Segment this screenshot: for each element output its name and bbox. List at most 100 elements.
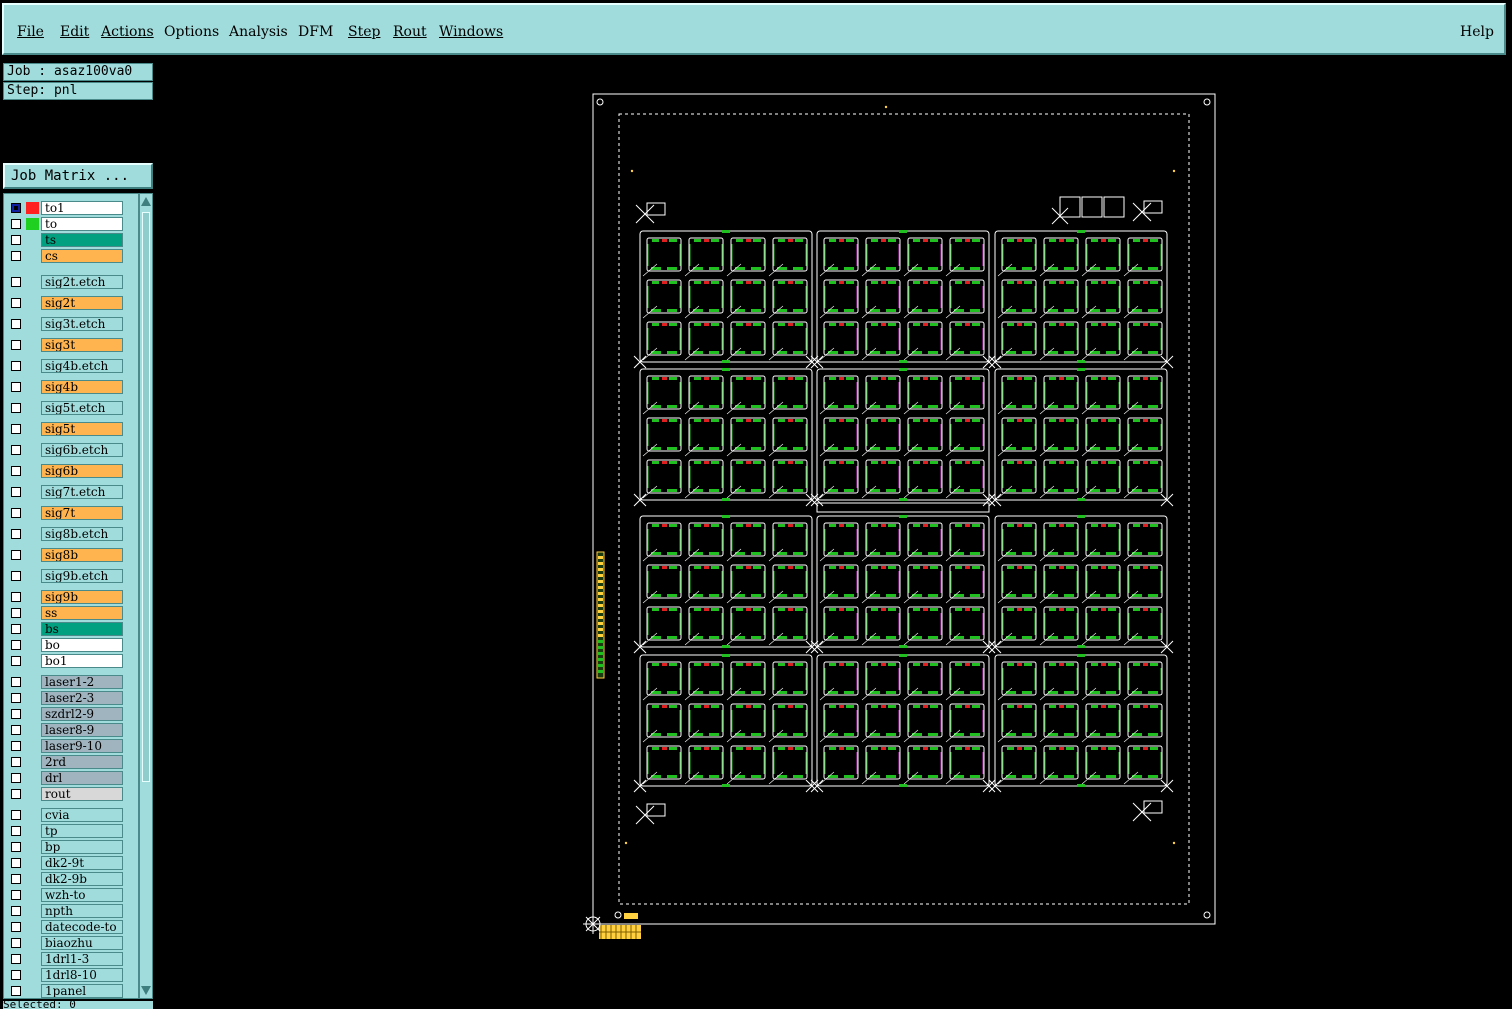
layer-checkbox[interactable] [11, 970, 21, 980]
layer-name[interactable]: laser1-2 [41, 675, 123, 689]
layer-name[interactable]: drl [41, 771, 123, 785]
layer-row-sig7t.etch[interactable]: sig7t.etch [8, 485, 126, 499]
layer-checkbox[interactable] [11, 219, 21, 229]
menu-rout[interactable]: Rout [393, 24, 427, 40]
layer-row-sig9b[interactable]: sig9b [8, 590, 126, 604]
layer-row-bp[interactable]: bp [8, 840, 126, 854]
layer-row-biaozhu[interactable]: biaozhu [8, 936, 126, 950]
graphics-canvas[interactable] [156, 60, 1512, 949]
layer-row-drl[interactable]: drl [8, 771, 126, 785]
layer-name[interactable]: to1 [41, 201, 123, 215]
layer-row-sig4b[interactable]: sig4b [8, 380, 126, 394]
layer-row-1drl1-3[interactable]: 1drl1-3 [8, 952, 126, 966]
scroll-down-icon[interactable] [141, 986, 151, 995]
layer-name[interactable]: bo1 [41, 654, 123, 668]
layer-row-rout[interactable]: rout [8, 787, 126, 801]
layer-checkbox[interactable] [11, 725, 21, 735]
layer-checkbox[interactable] [11, 571, 21, 581]
menu-file[interactable]: File [17, 24, 44, 40]
layer-name[interactable]: sig3t [41, 338, 123, 352]
layer-row-sig8b[interactable]: sig8b [8, 548, 126, 562]
layer-row-laser1-2[interactable]: laser1-2 [8, 675, 126, 689]
layer-name[interactable]: 1drl8-10 [41, 968, 123, 982]
layer-name[interactable]: dk2-9t [41, 856, 123, 870]
layer-checkbox[interactable] [11, 466, 21, 476]
layer-name[interactable]: datecode-to [41, 920, 123, 934]
layer-name[interactable]: rout [41, 787, 123, 801]
layer-name[interactable]: npth [41, 904, 123, 918]
layer-checkbox[interactable] [11, 858, 21, 868]
layer-checkbox[interactable] [11, 508, 21, 518]
layer-name[interactable]: to [41, 217, 123, 231]
layer-row-sig2t[interactable]: sig2t [8, 296, 126, 310]
layer-row-to1[interactable]: to1 [8, 201, 126, 215]
layer-checkbox[interactable] [11, 938, 21, 948]
layer-name[interactable]: sig8b.etch [41, 527, 123, 541]
layer-name[interactable]: ts [41, 233, 123, 247]
layer-row-bs[interactable]: bs [8, 622, 126, 636]
layer-checkbox[interactable] [11, 757, 21, 767]
layer-checkbox[interactable] [11, 741, 21, 751]
layer-checkbox[interactable] [11, 529, 21, 539]
layer-row-sig6b.etch[interactable]: sig6b.etch [8, 443, 126, 457]
layer-row-sig3t[interactable]: sig3t [8, 338, 126, 352]
layer-checkbox[interactable] [11, 624, 21, 634]
layer-name[interactable]: wzh-to [41, 888, 123, 902]
layer-row-sig9b.etch[interactable]: sig9b.etch [8, 569, 126, 583]
layer-checkbox[interactable] [11, 251, 21, 261]
layer-checkbox[interactable] [11, 203, 21, 213]
layer-name[interactable]: sig6b.etch [41, 443, 123, 457]
layer-row-szdrl2-9[interactable]: szdrl2-9 [8, 707, 126, 721]
layer-checkbox[interactable] [11, 382, 21, 392]
layer-checkbox[interactable] [11, 890, 21, 900]
layer-name[interactable]: cs [41, 249, 123, 263]
layer-checkbox[interactable] [11, 340, 21, 350]
layer-checkbox[interactable] [11, 773, 21, 783]
layer-checkbox[interactable] [11, 592, 21, 602]
layer-checkbox[interactable] [11, 235, 21, 245]
layer-checkbox[interactable] [11, 487, 21, 497]
layer-name[interactable]: ss [41, 606, 123, 620]
layer-name[interactable]: bo [41, 638, 123, 652]
layer-checkbox[interactable] [11, 789, 21, 799]
layer-name[interactable]: sig2t [41, 296, 123, 310]
layer-name[interactable]: sig3t.etch [41, 317, 123, 331]
layer-checkbox[interactable] [11, 656, 21, 666]
layer-name[interactable]: laser2-3 [41, 691, 123, 705]
layer-row-sig3t.etch[interactable]: sig3t.etch [8, 317, 126, 331]
layer-checkbox[interactable] [11, 608, 21, 618]
layer-name[interactable]: cvia [41, 808, 123, 822]
layer-checkbox[interactable] [11, 319, 21, 329]
layer-row-to[interactable]: to [8, 217, 126, 231]
scroll-up-icon[interactable] [141, 197, 151, 206]
layer-name[interactable]: biaozhu [41, 936, 123, 950]
layer-name[interactable]: sig6b [41, 464, 123, 478]
layer-row-1panel[interactable]: 1panel [8, 984, 126, 998]
layer-name[interactable]: sig2t.etch [41, 275, 123, 289]
layer-row-npth[interactable]: npth [8, 904, 126, 918]
layer-row-ss[interactable]: ss [8, 606, 126, 620]
layer-row-sig5t[interactable]: sig5t [8, 422, 126, 436]
menu-analysis[interactable]: Analysis [229, 24, 288, 40]
layer-row-datecode-to[interactable]: datecode-to [8, 920, 126, 934]
layer-checkbox[interactable] [11, 842, 21, 852]
layer-name[interactable]: szdrl2-9 [41, 707, 123, 721]
menu-step[interactable]: Step [348, 24, 380, 40]
layer-checkbox[interactable] [11, 361, 21, 371]
layer-row-ts[interactable]: ts [8, 233, 126, 247]
layer-checkbox[interactable] [11, 986, 21, 996]
layer-checkbox[interactable] [11, 906, 21, 916]
layer-checkbox[interactable] [11, 810, 21, 820]
layer-row-sig8b.etch[interactable]: sig8b.etch [8, 527, 126, 541]
layer-row-cvia[interactable]: cvia [8, 808, 126, 822]
layer-row-bo[interactable]: bo [8, 638, 126, 652]
layer-checkbox[interactable] [11, 922, 21, 932]
layer-checkbox[interactable] [11, 677, 21, 687]
menu-windows[interactable]: Windows [439, 24, 503, 40]
layer-name[interactable]: dk2-9b [41, 872, 123, 886]
layer-row-dk2-9t[interactable]: dk2-9t [8, 856, 126, 870]
layer-row-sig7t[interactable]: sig7t [8, 506, 126, 520]
layer-name[interactable]: sig5t [41, 422, 123, 436]
layer-row-sig4b.etch[interactable]: sig4b.etch [8, 359, 126, 373]
menu-edit[interactable]: Edit [60, 24, 89, 40]
